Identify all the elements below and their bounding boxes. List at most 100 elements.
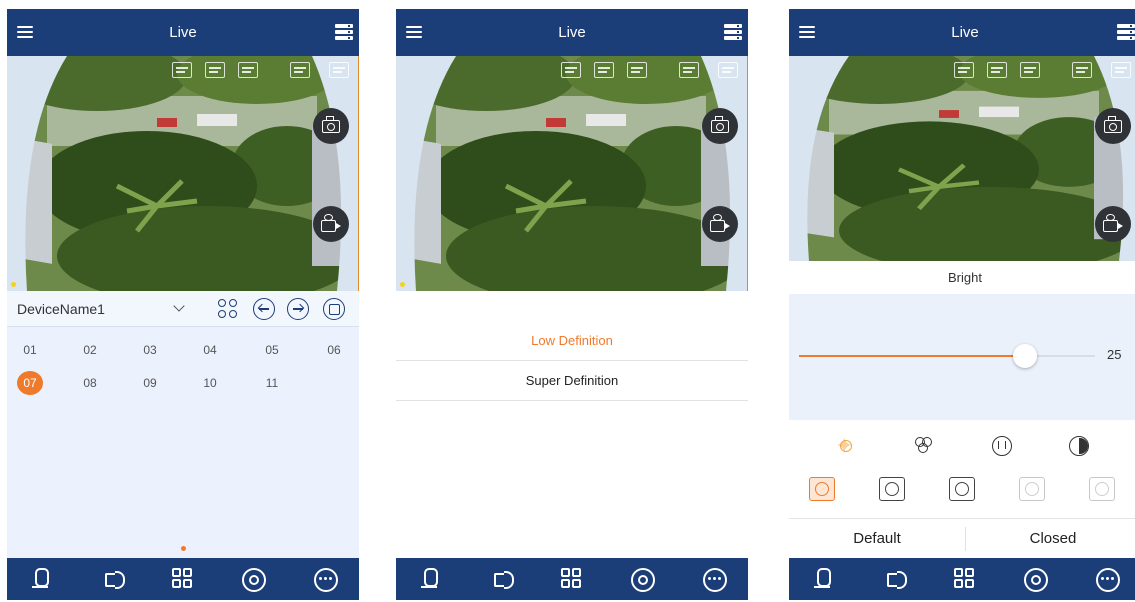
- adjust-label: Bright: [789, 261, 1135, 294]
- layout-grid-icon[interactable]: [560, 567, 584, 591]
- fullscreen-icon[interactable]: [1111, 62, 1131, 78]
- page-title: Live: [558, 24, 586, 41]
- channel-04[interactable]: 04: [197, 338, 223, 362]
- fullscreen-icon[interactable]: [329, 62, 349, 78]
- ptz-icon[interactable]: [172, 62, 192, 78]
- live-screen-image-adjust: Live Bright 25 ✦ Default Closed: [789, 9, 1135, 600]
- device-list-icon[interactable]: [335, 24, 353, 41]
- live-screen-channels: Live DeviceName1 01 02 03 04 05 06 07 08…: [7, 9, 359, 600]
- adjust-options: [789, 420, 1135, 518]
- slider-thumb[interactable]: [1013, 344, 1037, 368]
- zoom-icon[interactable]: [679, 62, 699, 78]
- speaker-icon[interactable]: [103, 567, 127, 591]
- scene-mode-outdoor-icon[interactable]: [949, 477, 975, 501]
- camera-icon: [1104, 116, 1122, 133]
- record-settings-icon[interactable]: [1020, 62, 1040, 78]
- slider-track[interactable]: [799, 355, 1095, 357]
- record-settings-icon[interactable]: [238, 62, 258, 78]
- layout-grid-icon[interactable]: [953, 567, 977, 591]
- record-button[interactable]: [313, 206, 349, 242]
- microphone-icon[interactable]: [29, 567, 53, 591]
- ptz-control-icon[interactable]: [1023, 567, 1048, 592]
- more-icon[interactable]: [702, 567, 727, 592]
- adjust-icon[interactable]: [987, 62, 1007, 78]
- saturation-icon[interactable]: [913, 435, 935, 457]
- ptz-icon[interactable]: [561, 62, 581, 78]
- scene-mode-auto-icon[interactable]: [809, 477, 835, 501]
- live-video-view[interactable]: [789, 56, 1135, 261]
- record-button[interactable]: [1095, 206, 1131, 242]
- channel-03[interactable]: 03: [137, 338, 163, 362]
- sharpness-icon[interactable]: [991, 435, 1013, 457]
- definition-menu: Low Definition Super Definition: [396, 291, 748, 558]
- scene-mode-indoor-icon[interactable]: [879, 477, 905, 501]
- selection-border: [747, 56, 748, 291]
- previous-icon[interactable]: [253, 298, 275, 320]
- bottom-toolbar: [789, 558, 1135, 600]
- slider-value: 25: [1107, 347, 1122, 362]
- device-list-icon[interactable]: [1117, 24, 1135, 41]
- channel-06[interactable]: 06: [321, 338, 347, 362]
- app-header: Live: [789, 9, 1135, 56]
- camera-feed-image: [7, 56, 359, 291]
- adjust-slider-panel: 25: [789, 294, 1135, 420]
- live-video-view[interactable]: [396, 56, 748, 291]
- video-camera-icon: [710, 214, 730, 232]
- brightness-icon[interactable]: [835, 433, 857, 459]
- fullscreen-icon[interactable]: [718, 62, 738, 78]
- zoom-icon[interactable]: [290, 62, 310, 78]
- adjust-icon[interactable]: [205, 62, 225, 78]
- adjust-icon[interactable]: [594, 62, 614, 78]
- option-super-definition[interactable]: Super Definition: [396, 361, 748, 401]
- camera-feed-image: [789, 56, 1135, 261]
- status-dot: [11, 282, 16, 287]
- microphone-icon[interactable]: [418, 567, 442, 591]
- snapshot-button[interactable]: [313, 108, 349, 144]
- app-header: Live: [7, 9, 359, 56]
- record-settings-icon[interactable]: [627, 62, 647, 78]
- device-selector-row: DeviceName1: [7, 291, 359, 327]
- channel-02[interactable]: 02: [77, 338, 103, 362]
- speaker-icon[interactable]: [885, 567, 909, 591]
- channel-10[interactable]: 10: [197, 371, 223, 395]
- camera-icon: [711, 116, 729, 133]
- closed-button[interactable]: Closed: [965, 519, 1135, 559]
- ptz-control-icon[interactable]: [241, 567, 266, 592]
- channel-05[interactable]: 05: [259, 338, 285, 362]
- camera-icon: [322, 116, 340, 133]
- more-icon[interactable]: [1095, 567, 1120, 592]
- contrast-icon[interactable]: [1068, 435, 1090, 457]
- speaker-icon[interactable]: [492, 567, 516, 591]
- snapshot-button[interactable]: [702, 108, 738, 144]
- page-title: Live: [169, 24, 197, 41]
- device-list-icon[interactable]: [724, 24, 742, 41]
- default-button[interactable]: Default: [789, 519, 965, 559]
- option-low-definition[interactable]: Low Definition: [396, 321, 748, 361]
- record-button[interactable]: [702, 206, 738, 242]
- more-icon[interactable]: [313, 567, 338, 592]
- bottom-toolbar: [396, 558, 748, 600]
- page-indicator: [181, 546, 186, 551]
- slider-fill: [799, 355, 1025, 357]
- live-video-view[interactable]: [7, 56, 359, 291]
- chevron-down-icon[interactable]: [173, 300, 185, 312]
- zoom-icon[interactable]: [1072, 62, 1092, 78]
- channel-09[interactable]: 09: [137, 371, 163, 395]
- channel-layout-icon[interactable]: [323, 298, 345, 320]
- channel-08[interactable]: 08: [77, 371, 103, 395]
- layout-grid-icon[interactable]: [171, 567, 195, 591]
- ptz-icon[interactable]: [954, 62, 974, 78]
- ptz-control-icon[interactable]: [630, 567, 655, 592]
- microphone-icon[interactable]: [811, 567, 835, 591]
- multi-channel-icon[interactable]: [217, 298, 239, 320]
- device-select[interactable]: DeviceName1: [17, 291, 105, 327]
- page-title: Live: [951, 24, 979, 41]
- live-screen-definition: Live Low Definition Super Definition: [396, 9, 748, 600]
- next-icon[interactable]: [287, 298, 309, 320]
- scene-mode-landscape-icon[interactable]: [1019, 477, 1045, 501]
- scene-mode-night-icon[interactable]: [1089, 477, 1115, 501]
- snapshot-button[interactable]: [1095, 108, 1131, 144]
- channel-01[interactable]: 01: [17, 338, 43, 362]
- channel-11[interactable]: 11: [259, 371, 285, 395]
- channel-07[interactable]: 07: [17, 371, 43, 395]
